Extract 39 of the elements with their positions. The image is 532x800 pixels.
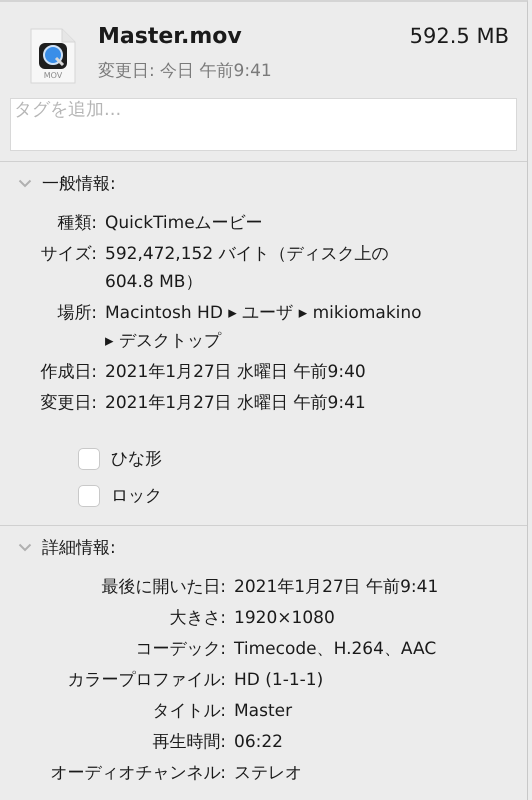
field-value: 1920×1080: [234, 607, 336, 630]
field-label: 作成日:: [40, 362, 97, 382]
field-value: QuickTimeムービー: [105, 212, 264, 235]
field-value: ステレオ: [234, 762, 303, 785]
field-value: Macintosh HD ▸ ユーザ ▸ mikiomakino: [105, 302, 423, 325]
section-title: 一般情報:: [42, 173, 116, 195]
modified-date: 変更日: 今日 午前9:41: [98, 60, 273, 82]
field-label: コーデック:: [135, 639, 226, 659]
checkbox-label: ひな形: [111, 448, 162, 470]
checkbox[interactable]: [78, 484, 100, 506]
section-title: 詳細情報:: [42, 537, 116, 559]
file-name: Master.mov: [98, 24, 242, 49]
movie-file-icon: MOV: [30, 28, 76, 84]
field-label: カラープロファイル:: [67, 670, 226, 690]
field-value: 2021年1月27日 水曜日 午前9:40: [105, 361, 367, 384]
field-label: 種類:: [57, 213, 97, 233]
field-value: 2021年1月27日 午前9:41: [234, 576, 440, 599]
field-value: Timecode、H.264、AAC: [234, 638, 438, 661]
field-value: 2021年1月27日 水曜日 午前9:41: [105, 392, 367, 415]
field-label: 変更日:: [40, 393, 97, 413]
field-label: タイトル:: [152, 701, 226, 721]
field-value: ▸ デスクトップ: [105, 330, 222, 353]
field-value: 604.8 MB）: [105, 271, 204, 294]
field-label: 大きさ:: [169, 608, 226, 628]
field-value: 06:22: [234, 731, 284, 754]
field-value: Master: [234, 700, 294, 723]
field-label: サイズ:: [40, 244, 97, 264]
checkbox[interactable]: [78, 448, 100, 470]
checkbox-label: ロック: [111, 485, 162, 507]
field-label: オーディオチャンネル:: [50, 763, 226, 783]
file-size: 592.5 MB: [410, 24, 509, 49]
tags-field[interactable]: タグを追加...: [10, 98, 517, 151]
field-value: HD (1-1-1): [234, 669, 324, 692]
chevron-icon[interactable]: [18, 179, 32, 188]
chevron-icon[interactable]: [18, 543, 32, 552]
field-label: 最後に開いた日:: [101, 577, 226, 597]
field-value: 592,472,152 バイト（ディスク上の: [105, 243, 390, 266]
field-label: 再生時間:: [152, 732, 226, 752]
field-label: 場所:: [57, 303, 97, 323]
